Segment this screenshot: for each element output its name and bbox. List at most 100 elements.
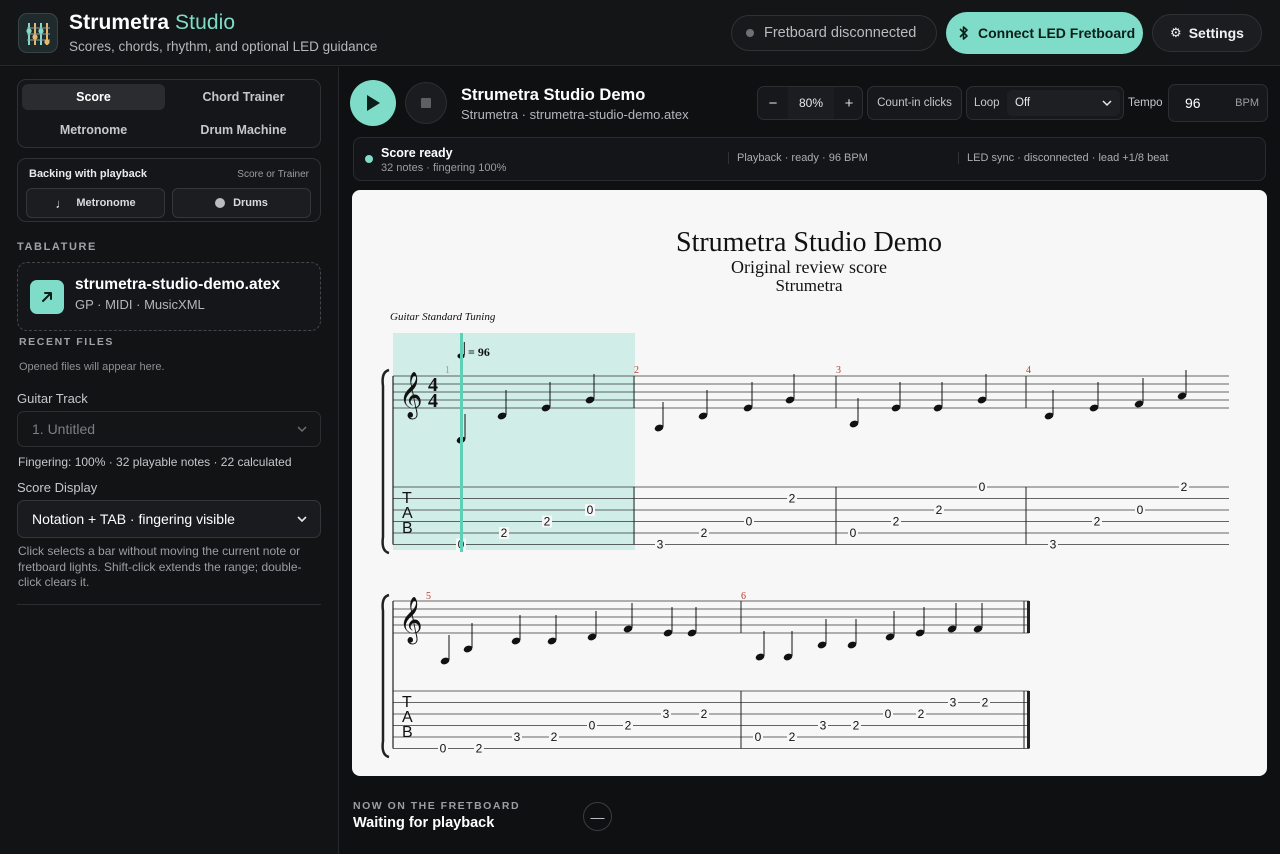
connect-led-fretboard-button[interactable]: Connect LED Fretboard	[946, 12, 1143, 54]
measure-number: 2	[634, 365, 639, 376]
final-barline	[1027, 601, 1030, 633]
time-signature-bottom: 4	[428, 390, 438, 412]
tab-fret-number: 2	[476, 742, 483, 756]
measure-number: 6	[741, 591, 746, 602]
playback-status: Playback · ready · 96 BPM	[728, 152, 868, 164]
tab-fret-number: 3	[950, 696, 957, 710]
tab-fret-number: 2	[1094, 515, 1101, 529]
tab-fret-number: 2	[625, 719, 632, 733]
tab-fret-number: 2	[1181, 480, 1188, 494]
mode-chord-trainer-tab[interactable]: Chord Trainer	[172, 84, 315, 110]
fretboard-status-text: Fretboard disconnected	[764, 25, 917, 41]
play-button[interactable]	[350, 80, 396, 126]
tab-fret-number: 0	[589, 719, 596, 733]
guitar-track-select[interactable]: 1. Untitled	[17, 411, 321, 447]
loop-select[interactable]: Off	[1007, 90, 1120, 116]
loop-control: Loop Off	[966, 86, 1124, 120]
top-bar: Strumetra Studio Scores, chords, rhythm,…	[0, 0, 1280, 66]
tempo-mark: = 96	[468, 345, 490, 359]
final-barline	[1027, 691, 1030, 749]
settings-button[interactable]: ⚙ Settings	[1152, 14, 1262, 52]
zoom-in-button[interactable]: +	[835, 87, 863, 119]
mode-drum-machine-tab[interactable]: Drum Machine	[172, 117, 315, 143]
file-types: GP · MIDI · MusicXML	[75, 297, 205, 312]
mode-switcher: Score Chord Trainer Metronome Drum Machi…	[17, 79, 321, 148]
tab-fret-number: 0	[587, 503, 594, 517]
system-bracket	[381, 368, 390, 555]
playback-cursor	[460, 333, 463, 552]
tempo-label: Tempo	[1128, 97, 1163, 109]
zoom-level: 80%	[788, 87, 834, 119]
backing-panel: Backing with playback Score or Trainer ♩…	[17, 158, 321, 222]
score-status-bar: Score ready 32 notes · fingering 100% Pl…	[353, 137, 1266, 181]
tab-fret-number: 0	[885, 707, 892, 721]
sheet-title: Strumetra Studio Demo	[676, 227, 942, 258]
selection-help-text: Click selects a bar without moving the c…	[18, 544, 302, 589]
drum-dot-icon	[215, 198, 226, 208]
recent-files-heading: RECENT FILES	[19, 336, 115, 348]
score-source: Strumetra · strumetra-studio-demo.atex	[461, 107, 689, 122]
tab-fret-number: 3	[514, 730, 521, 744]
settings-label: Settings	[1188, 25, 1244, 41]
now-on-fretboard-label: NOW ON THE FRETBOARD	[353, 800, 521, 812]
measure-number: 5	[426, 591, 431, 602]
file-name: strumetra-studio-demo.atex	[75, 276, 280, 293]
tab-fret-number: 3	[663, 707, 670, 721]
tab-fret-number: 2	[936, 503, 943, 517]
open-file-arrow-icon	[30, 280, 64, 314]
staff-system-2: 𝄞TAB0 23 20 23 20 23 20 23 2	[381, 593, 1030, 759]
zoom-control: − 80% +	[757, 86, 863, 120]
stop-icon	[421, 98, 431, 108]
stop-button[interactable]	[405, 82, 447, 124]
count-in-button[interactable]: Count-in clicks	[867, 86, 962, 120]
tab-fret-number: 0	[850, 526, 857, 540]
tab-fret-number: 3	[657, 538, 664, 552]
guitar-track-label: Guitar Track	[17, 391, 88, 406]
tuning-label: Guitar Standard Tuning	[390, 311, 496, 323]
mode-metronome-tab[interactable]: Metronome	[22, 117, 165, 143]
tab-fret-number: 3	[820, 719, 827, 733]
sheet-subtitle: Original review score	[731, 257, 887, 277]
tab-fret-number: 2	[501, 526, 508, 540]
tab-fret-number: 0	[979, 480, 986, 494]
score-display-select[interactable]: Notation + TAB · fingering visible	[17, 500, 321, 538]
gear-icon: ⚙	[1170, 25, 1182, 40]
backing-drums-button[interactable]: Drums	[172, 188, 311, 218]
backing-title: Backing with playback	[29, 168, 147, 180]
backing-metronome-button[interactable]: ♩ Metronome	[26, 188, 165, 218]
loop-label: Loop	[974, 97, 1000, 109]
now-on-fretboard-chord: —	[583, 802, 612, 831]
tab-fret-number: 2	[918, 707, 925, 721]
now-on-fretboard-value: Waiting for playback	[353, 815, 495, 831]
led-sync-status: LED sync · disconnected · lead +1/8 beat	[958, 152, 1168, 164]
system-bracket	[381, 593, 390, 759]
app-title-accent: Studio	[175, 11, 236, 34]
zoom-out-button[interactable]: −	[759, 87, 787, 119]
note-icon: ♩	[55, 195, 69, 211]
tab-fret-number: 3	[1050, 538, 1057, 552]
guitar-track-value: 1. Untitled	[32, 421, 96, 437]
tab-fret-number: 0	[440, 742, 447, 756]
measure-number: 3	[836, 365, 841, 376]
tempo-unit: BPM	[1235, 97, 1259, 109]
loop-value: Off	[1015, 97, 1031, 109]
tab-fret-number: 2	[701, 526, 708, 540]
tab-fret-number: 0	[755, 730, 762, 744]
score-title: Strumetra Studio Demo	[461, 86, 646, 104]
mode-score-tab[interactable]: Score	[22, 84, 165, 110]
treble-clef-icon: 𝄞	[399, 372, 423, 420]
open-file-card[interactable]: strumetra-studio-demo.atex GP · MIDI · M…	[17, 262, 321, 331]
tab-clef-letter: B	[402, 520, 413, 537]
tablature-heading: TABLATURE	[17, 241, 97, 253]
chevron-down-icon	[1102, 100, 1112, 107]
tempo-input[interactable]: 96 BPM	[1168, 84, 1268, 122]
status-title: Score ready	[381, 146, 453, 160]
score-display-label: Score Display	[17, 480, 98, 495]
measure-number: 1	[445, 365, 450, 376]
tab-fret-number: 2	[893, 515, 900, 529]
sidebar-divider	[17, 604, 321, 605]
score-sheet[interactable]: Strumetra Studio Demo Original review sc…	[352, 190, 1267, 776]
app-title: Strumetra Studio	[69, 11, 235, 35]
chevron-down-icon	[297, 426, 307, 433]
tempo-value: 96	[1185, 95, 1201, 111]
